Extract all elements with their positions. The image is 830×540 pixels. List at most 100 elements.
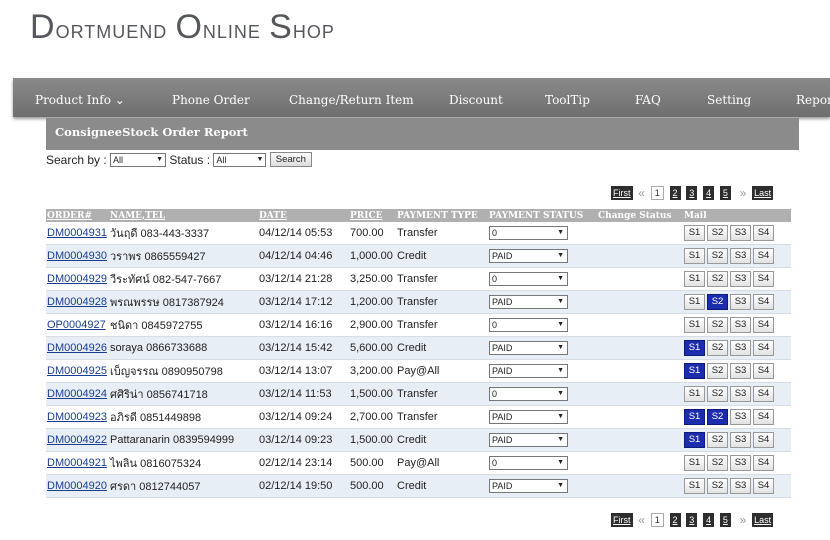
col-date[interactable]: DATE <box>258 209 349 222</box>
mail-button-s2[interactable]: S2 <box>707 478 728 494</box>
payment-status-select[interactable]: PAID ▼ <box>489 364 568 378</box>
first-page-link[interactable]: First <box>611 513 633 527</box>
mail-button-s3[interactable]: S3 <box>730 432 751 448</box>
mail-button-s4[interactable]: S4 <box>753 478 774 494</box>
payment-status-select[interactable]: PAID ▼ <box>489 295 568 309</box>
mail-button-s2[interactable]: S2 <box>707 340 728 356</box>
order-link[interactable]: DM0004928 <box>47 296 107 308</box>
last-page-link[interactable]: Last <box>752 186 774 200</box>
mail-button-s2[interactable]: S2 <box>707 225 728 241</box>
order-link[interactable]: DM0004923 <box>47 411 107 423</box>
prev-icon[interactable]: « <box>638 513 645 527</box>
mail-button-s3[interactable]: S3 <box>730 225 751 241</box>
payment-status-select[interactable]: 0 ▼ <box>489 387 568 401</box>
mail-button-s3[interactable]: S3 <box>730 478 751 494</box>
mail-button-s1[interactable]: S1 <box>684 432 705 448</box>
mail-button-s1[interactable]: S1 <box>684 248 705 264</box>
page-link-1[interactable]: 1 <box>650 513 664 527</box>
mail-button-s1[interactable]: S1 <box>684 225 705 241</box>
page-link-5[interactable]: 5 <box>719 186 731 200</box>
mail-button-s2[interactable]: S2 <box>707 432 728 448</box>
nav-discount[interactable]: Discount <box>449 78 503 117</box>
payment-status-select[interactable]: PAID ▼ <box>489 433 568 447</box>
mail-button-s4[interactable]: S4 <box>753 248 774 264</box>
mail-button-s4[interactable]: S4 <box>753 294 774 310</box>
first-page-link[interactable]: First <box>611 186 633 200</box>
order-link[interactable]: DM0004925 <box>47 365 107 377</box>
order-link[interactable]: DM0004920 <box>47 480 107 492</box>
payment-status-select[interactable]: PAID ▼ <box>489 479 568 493</box>
nav-phone-order[interactable]: Phone Order <box>172 78 250 117</box>
prev-icon[interactable]: « <box>638 186 645 200</box>
payment-status-select[interactable]: 0 ▼ <box>489 226 568 240</box>
page-link-3[interactable]: 3 <box>686 186 698 200</box>
mail-button-s4[interactable]: S4 <box>753 363 774 379</box>
page-link-2[interactable]: 2 <box>669 186 681 200</box>
mail-button-s2[interactable]: S2 <box>707 294 728 310</box>
payment-status-select[interactable]: 0 ▼ <box>489 456 568 470</box>
mail-button-s2[interactable]: S2 <box>707 271 728 287</box>
mail-button-s4[interactable]: S4 <box>753 386 774 402</box>
nav-change-return-item[interactable]: Change/Return Item <box>289 78 414 117</box>
mail-button-s3[interactable]: S3 <box>730 386 751 402</box>
mail-button-s1[interactable]: S1 <box>684 363 705 379</box>
nav-tooltip[interactable]: ToolTip <box>545 78 590 117</box>
mail-button-s4[interactable]: S4 <box>753 317 774 333</box>
order-link[interactable]: DM0004922 <box>47 434 107 446</box>
order-link[interactable]: DM0004926 <box>47 342 107 354</box>
mail-button-s4[interactable]: S4 <box>753 432 774 448</box>
mail-button-s2[interactable]: S2 <box>707 386 728 402</box>
mail-button-s2[interactable]: S2 <box>707 455 728 471</box>
mail-button-s4[interactable]: S4 <box>753 340 774 356</box>
nav-setting[interactable]: Setting <box>707 78 751 117</box>
mail-button-s3[interactable]: S3 <box>730 363 751 379</box>
mail-button-s3[interactable]: S3 <box>730 294 751 310</box>
payment-status-select[interactable]: PAID ▼ <box>489 410 568 424</box>
order-link[interactable]: DM0004924 <box>47 388 107 400</box>
next-icon[interactable]: » <box>740 186 747 200</box>
nav-report[interactable]: Repor <box>796 78 830 117</box>
mail-button-s3[interactable]: S3 <box>730 317 751 333</box>
search-button[interactable]: Search <box>269 152 312 168</box>
order-link[interactable]: OP0004927 <box>47 319 106 331</box>
mail-button-s4[interactable]: S4 <box>753 225 774 241</box>
search-by-select[interactable]: All ▼ <box>110 152 167 167</box>
payment-status-select[interactable]: PAID ▼ <box>489 249 568 263</box>
mail-button-s3[interactable]: S3 <box>730 455 751 471</box>
mail-button-s2[interactable]: S2 <box>707 363 728 379</box>
last-page-link[interactable]: Last <box>752 513 774 527</box>
order-link[interactable]: DM0004921 <box>47 457 107 469</box>
page-link-2[interactable]: 2 <box>669 513 681 527</box>
mail-button-s1[interactable]: S1 <box>684 478 705 494</box>
mail-button-s2[interactable]: S2 <box>707 248 728 264</box>
mail-button-s3[interactable]: S3 <box>730 271 751 287</box>
mail-button-s2[interactable]: S2 <box>707 409 728 425</box>
mail-button-s3[interactable]: S3 <box>730 340 751 356</box>
col-name-tel[interactable]: NAME,TEL <box>109 209 258 222</box>
payment-status-select[interactable]: 0 ▼ <box>489 272 568 286</box>
mail-button-s1[interactable]: S1 <box>684 271 705 287</box>
order-link[interactable]: DM0004930 <box>47 250 107 262</box>
page-link-3[interactable]: 3 <box>686 513 698 527</box>
nav-product-info[interactable]: Product Info ⌄ <box>35 78 125 117</box>
mail-button-s4[interactable]: S4 <box>753 271 774 287</box>
nav-faq[interactable]: FAQ <box>635 78 661 117</box>
page-link-4[interactable]: 4 <box>703 513 715 527</box>
mail-button-s1[interactable]: S1 <box>684 409 705 425</box>
mail-button-s1[interactable]: S1 <box>684 294 705 310</box>
mail-button-s3[interactable]: S3 <box>730 409 751 425</box>
payment-status-select[interactable]: PAID ▼ <box>489 341 568 355</box>
mail-button-s1[interactable]: S1 <box>684 317 705 333</box>
page-link-4[interactable]: 4 <box>703 186 715 200</box>
col-order[interactable]: ORDER# <box>46 209 109 222</box>
mail-button-s1[interactable]: S1 <box>684 455 705 471</box>
page-link-5[interactable]: 5 <box>719 513 731 527</box>
page-link-1[interactable]: 1 <box>650 186 664 200</box>
mail-button-s4[interactable]: S4 <box>753 455 774 471</box>
mail-button-s3[interactable]: S3 <box>730 248 751 264</box>
payment-status-select[interactable]: 0 ▼ <box>489 318 568 332</box>
order-link[interactable]: DM0004931 <box>47 227 107 239</box>
order-link[interactable]: DM0004929 <box>47 273 107 285</box>
mail-button-s2[interactable]: S2 <box>707 317 728 333</box>
mail-button-s1[interactable]: S1 <box>684 386 705 402</box>
